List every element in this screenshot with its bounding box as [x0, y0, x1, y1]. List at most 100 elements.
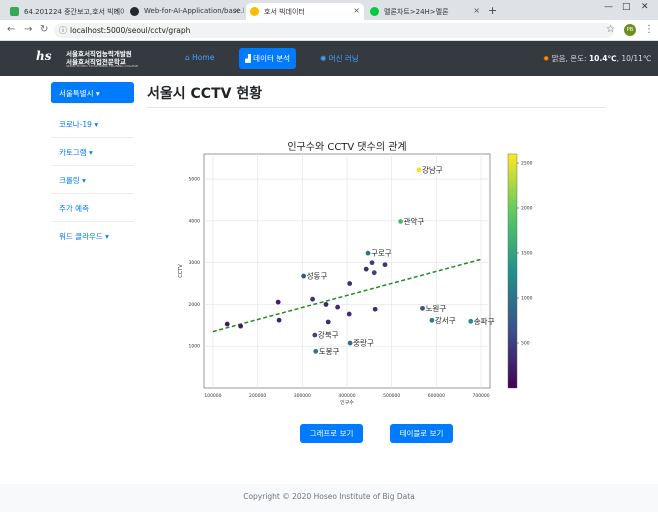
x-tick-label: 300000	[294, 393, 311, 399]
melon-icon	[370, 7, 379, 16]
chart-icon: ▟	[245, 54, 251, 63]
reload-icon[interactable]: ↻	[40, 24, 48, 35]
forward-icon[interactable]: →	[24, 24, 32, 35]
sidebar-item-stock[interactable]: 주가 예측	[51, 194, 134, 222]
bookmark-star-icon[interactable]: ☆	[606, 24, 615, 35]
point-label: 구로구	[371, 249, 392, 258]
weather-info: ✹ 맑음, 온도: 10.4℃, 10/11℃	[543, 53, 651, 64]
colorbar-tick-label: 1500	[521, 251, 533, 257]
scatter-point	[323, 302, 329, 307]
browser-tab-active[interactable]: 호서 빅데이터 ×	[246, 3, 364, 20]
colorbar-tick-label: 2000	[521, 206, 533, 212]
weather-sun-icon: ✹	[543, 54, 550, 63]
nav-label: Home	[192, 53, 215, 62]
home-icon: ⌂	[185, 53, 190, 62]
scatter-point	[276, 317, 282, 323]
x-tick-label: 600000	[428, 393, 445, 399]
info-icon[interactable]: ⓘ	[59, 25, 67, 36]
tab-title: 호서 빅데이터	[264, 8, 305, 16]
point-label: 송파구	[474, 317, 495, 326]
x-axis-label: 인구수	[340, 399, 354, 406]
scatter-point	[371, 270, 377, 276]
y-tick-label: 4000	[189, 218, 201, 224]
menu-more-icon[interactable]: ⋮	[644, 24, 654, 35]
url-text: localhost:5000/seoul/cctv/graph	[70, 26, 191, 35]
table-view-button[interactable]: 테이블로 보기	[390, 424, 453, 443]
scatter-chart: 인구수와 CCTV 댓수의 관계 강남구 관악구 구로구 성동구 노원구 강서구 송파구 강북…	[166, 134, 546, 414]
scatter-point	[346, 311, 352, 317]
page-title: 서울시 CCTV 현황	[147, 86, 263, 102]
y-tick-label: 3000	[189, 260, 201, 266]
scatter-point	[382, 262, 388, 268]
sidebar-item-cartogram[interactable]: 카토그램 ▾	[51, 138, 134, 166]
point-label: 도봉구	[319, 347, 340, 356]
browser-tab-bar: 64.201224 중간보고,호서 빅데이 × Web-for-AI-Appli…	[0, 0, 658, 20]
y-axis-label: CCTV	[178, 264, 184, 278]
sidebar-item-corona[interactable]: 코로나-19 ▾	[51, 110, 134, 138]
tab-favicon-icon	[10, 7, 19, 16]
colorbar	[507, 153, 518, 389]
browser-tab[interactable]: Web-for-AI-Application/base.ht ×	[126, 3, 244, 20]
point-label: 관악구	[404, 216, 425, 226]
tab-close-icon[interactable]: ×	[353, 6, 360, 15]
x-tick-label: 500000	[383, 393, 400, 399]
tab-title: 멜론차트>24H>멜론	[384, 8, 449, 16]
y-tick-label: 2000	[189, 302, 201, 308]
back-icon[interactable]: ←	[7, 24, 15, 35]
point-label: 강남구	[422, 164, 443, 174]
weather-text: 맑음, 온도:	[551, 54, 589, 63]
profile-avatar[interactable]: PB	[624, 24, 636, 36]
logo-mark-icon: hs	[36, 49, 52, 63]
sidebar-item-crawling[interactable]: 크롤링 ▾	[51, 166, 134, 194]
chart-svg: 인구수와 CCTV 댓수의 관계 강남구관악구구로구성동구노원구강서구 송파구강북…	[178, 141, 533, 406]
sidebar-item-wordcloud[interactable]: 워드 클라우드 ▾	[51, 222, 134, 250]
footer: Copyright © 2020 Hoseo Institute of Big …	[0, 484, 658, 512]
url-input[interactable]: ⓘ localhost:5000/seoul/cctv/graph	[54, 23, 614, 38]
site-navbar: hs 서울호서직업능력개발원 서울호서직업전문학교 SEOUL HOSEO VO…	[0, 41, 658, 76]
scatter-point	[275, 299, 281, 305]
scatter-point	[347, 281, 353, 286]
browser-tab[interactable]: 멜론차트>24H>멜론 ×	[366, 3, 484, 20]
divider	[147, 107, 606, 108]
sidebar: 서울특별시 ▾ 코로나-19 ▾ 카토그램 ▾ 크롤링 ▾ 주가 예측 워드 클…	[51, 82, 134, 250]
sidebar-item-seoul[interactable]: 서울특별시 ▾	[51, 82, 134, 104]
weather-range: , 10/11℃	[616, 54, 652, 63]
new-tab-icon[interactable]: +	[488, 4, 497, 17]
scatter-point	[238, 323, 244, 329]
maximize-icon[interactable]: □	[622, 2, 631, 12]
scatter-point	[224, 321, 230, 327]
scatter-point	[347, 340, 353, 346]
x-tick-label: 400000	[338, 393, 355, 399]
tab-title: Web-for-AI-Application/base.ht	[144, 7, 244, 15]
scatter-point	[372, 306, 378, 312]
graph-view-button[interactable]: 그래프로 보기	[300, 424, 363, 443]
tab-favicon-icon	[250, 7, 259, 16]
site-logo[interactable]: hs 서울호서직업능력개발원 서울호서직업전문학교 SEOUL HOSEO VO…	[36, 46, 141, 71]
scatter-point	[325, 319, 331, 325]
nav-label: 데이터 분석	[253, 54, 291, 63]
point-label: 강북구	[318, 330, 339, 340]
nav-data-analysis[interactable]: ▟ 데이터 분석	[239, 48, 297, 69]
point-label: 강서구	[435, 315, 456, 325]
brain-icon: ✺	[320, 54, 327, 63]
scatter-point	[398, 219, 404, 224]
scatter-point	[312, 332, 318, 338]
close-window-icon[interactable]: ✕	[641, 2, 649, 12]
browser-tab[interactable]: 64.201224 중간보고,호서 빅데이 ×	[6, 3, 124, 20]
scatter-point	[363, 266, 369, 272]
scatter-point	[313, 348, 319, 354]
nav-machine-learning[interactable]: ✺ 머신 러닝	[314, 48, 365, 69]
colorbar-tick-label: 1000	[521, 296, 533, 302]
colorbar-tick-label: 500	[521, 341, 530, 347]
address-bar: ← → ↻ ⓘ localhost:5000/seoul/cctv/graph …	[0, 20, 658, 41]
minimize-icon[interactable]: —	[604, 2, 613, 12]
tab-close-icon[interactable]: ×	[113, 6, 120, 15]
scatter-point	[365, 250, 371, 256]
tab-close-icon[interactable]: ×	[233, 6, 240, 15]
colorbar-tick-label: 2500	[521, 161, 533, 167]
logo-english: SEOUL HOSEO VOCATIONAL TRAINING COLLEGE	[66, 64, 139, 68]
tab-close-icon[interactable]: ×	[473, 6, 480, 15]
x-tick-label: 700000	[472, 393, 489, 399]
nav-home[interactable]: ⌂ Home	[179, 48, 220, 69]
x-tick-label: 200000	[249, 393, 266, 399]
